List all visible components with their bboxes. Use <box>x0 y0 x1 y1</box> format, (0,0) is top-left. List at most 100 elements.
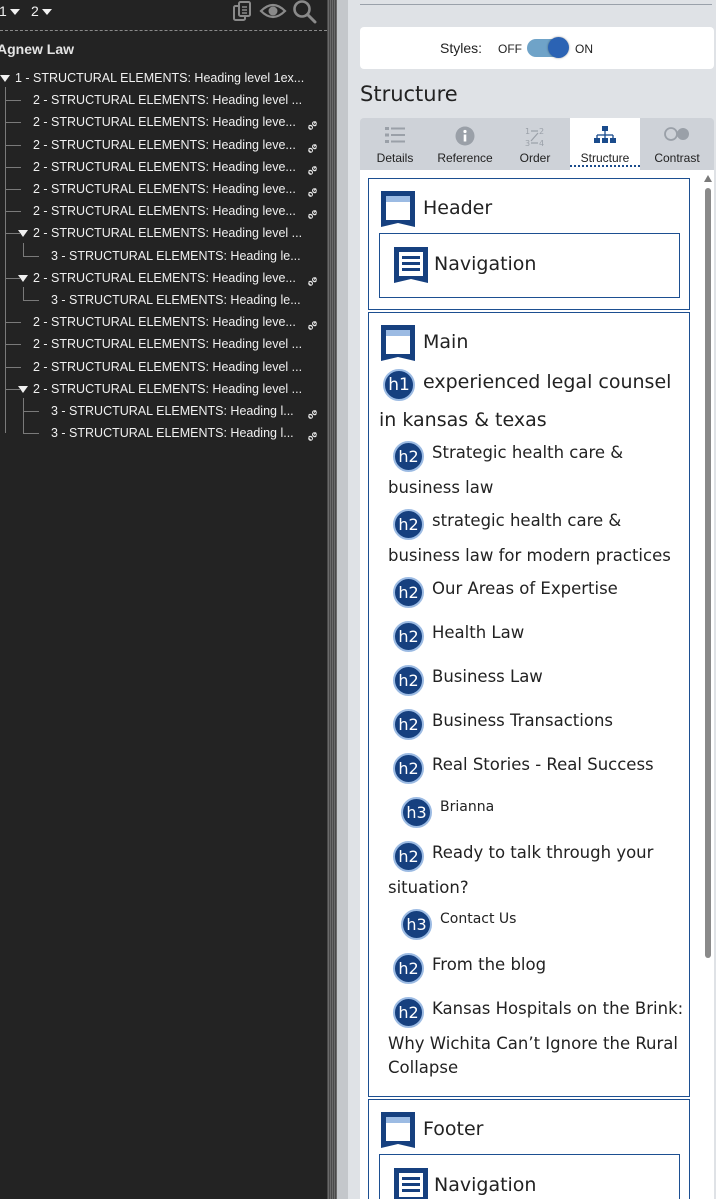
h2-badge-icon: h2 <box>393 441 424 472</box>
footer-navigation-region[interactable]: Navigation <box>379 1154 680 1199</box>
h3-heading-text[interactable]: Brianna <box>440 799 494 815</box>
h3-heading-text[interactable]: Contact Us <box>440 911 516 927</box>
panel-splitter[interactable] <box>327 0 337 1199</box>
outline-row-level-2[interactable]: 2 - STRUCTURAL ELEMENTS: Heading level .… <box>33 358 316 376</box>
header-navigation-region[interactable]: Navigation <box>379 233 680 298</box>
h2-badge-icon: h2 <box>393 997 424 1028</box>
tree-connector <box>5 322 21 324</box>
tab-details[interactable]: Details <box>360 118 430 170</box>
styles-toggle-box: Styles: OFF ON <box>360 27 714 69</box>
tab-label: Contrast <box>654 151 700 165</box>
outline-row-level-2[interactable]: 2 - STRUCTURAL ELEMENTS: Heading leve... <box>33 269 307 287</box>
panel-gutter <box>337 0 348 1199</box>
tree-connector <box>23 411 39 412</box>
link-icon <box>308 406 317 424</box>
scroll-up-icon[interactable] <box>704 175 712 182</box>
h2-heading-text-wrap[interactable]: situation? <box>388 878 469 897</box>
h2-heading-text-wrap[interactable]: Why Wichita Can’t Ignore the Rural <box>388 1034 678 1053</box>
header-region-icon <box>381 191 415 232</box>
footer-region-label: Footer <box>423 1118 484 1140</box>
outline-row-level-2[interactable]: 2 - STRUCTURAL ELEMENTS: Heading leve... <box>33 313 307 331</box>
outline-row-level-3[interactable]: 3 - STRUCTURAL ELEMENTS: Heading le... <box>51 247 316 265</box>
outline-tree: 1 - STRUCTURAL ELEMENTS: Heading level 1… <box>0 0 327 1199</box>
tab-contrast[interactable]: Contrast <box>640 118 714 170</box>
navigation-region-icon <box>394 1168 428 1199</box>
h2-heading-text[interactable]: Strategic health care & <box>432 443 623 462</box>
tree-connector <box>23 398 24 433</box>
h2-badge-icon: h2 <box>393 665 424 696</box>
outline-row-level-2[interactable]: 2 - STRUCTURAL ELEMENTS: Heading level .… <box>33 224 316 242</box>
h1-badge-icon: h1 <box>383 369 415 401</box>
h2-badge-icon: h2 <box>393 841 424 872</box>
svg-text:3: 3 <box>525 139 530 148</box>
navigation-region-label: Navigation <box>434 253 537 275</box>
info-icon <box>455 126 475 149</box>
tree-connector <box>5 366 21 368</box>
tree-connector <box>23 255 39 257</box>
link-icon <box>308 162 317 180</box>
tab-order[interactable]: 1 2 3 4 Order <box>500 118 570 170</box>
h2-heading-text-wrap[interactable]: Collapse <box>388 1058 458 1077</box>
contrast-icon <box>664 126 690 145</box>
h2-heading-text[interactable]: Health Law <box>432 623 524 642</box>
tree-connector <box>5 189 21 190</box>
h1-heading-text[interactable]: experienced legal counsel <box>423 371 671 393</box>
h2-heading-text[interactable]: Real Stories - Real Success <box>432 755 654 774</box>
tab-label: Structure <box>570 151 640 167</box>
outline-row-level-2[interactable]: 2 - STRUCTURAL ELEMENTS: Heading leve... <box>33 158 307 176</box>
h2-badge-icon: h2 <box>393 621 424 652</box>
h2-heading-text-wrap[interactable]: business law for modern practices <box>388 546 671 565</box>
h2-badge-icon: h2 <box>393 709 424 740</box>
outline-row-level-3[interactable]: 3 - STRUCTURAL ELEMENTS: Heading l... <box>51 424 307 442</box>
footer-region[interactable]: Footer Navigation <box>368 1099 690 1199</box>
link-icon <box>308 117 317 135</box>
h2-heading-text[interactable]: From the blog <box>432 955 546 974</box>
outline-row-level-2[interactable]: 2 - STRUCTURAL ELEMENTS: Heading level .… <box>33 380 316 398</box>
tree-connector <box>23 300 39 301</box>
outline-row-level-2[interactable]: 2 - STRUCTURAL ELEMENTS: Heading leve... <box>33 202 307 220</box>
list-icon <box>385 126 405 147</box>
tree-connector <box>5 211 21 213</box>
header-region[interactable]: Header Navigation <box>368 178 690 310</box>
h3-badge-icon: h3 <box>401 797 432 828</box>
expand-caret-icon[interactable] <box>0 75 10 82</box>
tab-structure[interactable]: Structure <box>570 118 640 170</box>
h3-badge-icon: h3 <box>401 909 432 940</box>
outline-row-level-3[interactable]: 3 - STRUCTURAL ELEMENTS: Heading l... <box>51 402 307 420</box>
scrollbar-thumb[interactable] <box>705 188 711 958</box>
outline-row-level-2[interactable]: 2 - STRUCTURAL ELEMENTS: Heading leve... <box>33 113 307 131</box>
order-icon: 1 2 3 4 <box>523 126 547 151</box>
tree-connector <box>5 122 21 124</box>
structure-panel: Header Navigation Main h1 experienced leg… <box>360 170 702 1199</box>
h1-heading-text-wrap[interactable]: in kansas & texas <box>379 409 547 431</box>
outline-row-level-1[interactable]: 1 - STRUCTURAL ELEMENTS: Heading level 1… <box>15 69 316 87</box>
outline-row-level-2[interactable]: 2 - STRUCTURAL ELEMENTS: Heading level .… <box>33 335 316 353</box>
outline-row-level-3[interactable]: 3 - STRUCTURAL ELEMENTS: Heading le... <box>51 291 316 309</box>
main-region[interactable]: Main h1 experienced legal counsel in kansa… <box>368 312 690 1097</box>
styles-label: Styles: <box>440 40 483 56</box>
tab-label: Reference <box>437 151 493 165</box>
link-icon <box>308 317 317 335</box>
toggle-knob[interactable] <box>548 37 569 58</box>
outline-row-level-2[interactable]: 2 - STRUCTURAL ELEMENTS: Heading leve... <box>33 180 307 198</box>
h2-heading-text[interactable]: Ready to talk through your <box>432 843 653 862</box>
panel-scrollbar[interactable] <box>702 170 714 1199</box>
tree-connector <box>5 144 21 146</box>
h2-heading-text[interactable]: Business Law <box>432 667 543 686</box>
tab-reference[interactable]: Reference <box>430 118 500 170</box>
tree-connector <box>5 388 21 390</box>
h2-heading-text[interactable]: Our Areas of Expertise <box>432 579 618 598</box>
navigation-region-label: Navigation <box>434 1174 537 1196</box>
outline-row-level-2[interactable]: 2 - STRUCTURAL ELEMENTS: Heading level .… <box>33 91 316 109</box>
outline-row-level-2[interactable]: 2 - STRUCTURAL ELEMENTS: Heading leve... <box>33 136 307 154</box>
main-region-label: Main <box>423 331 469 353</box>
h2-heading-text[interactable]: Kansas Hospitals on the Brink: <box>432 999 683 1018</box>
link-icon <box>308 140 317 158</box>
navigation-region-icon <box>394 247 428 288</box>
styles-toggle[interactable] <box>527 37 569 58</box>
wave-panel: Styles: OFF ON Structure Details Referen… <box>348 0 716 1199</box>
h2-heading-text[interactable]: strategic health care & <box>432 511 621 530</box>
svg-text:4: 4 <box>539 139 544 148</box>
h2-heading-text-wrap[interactable]: business law <box>388 478 493 497</box>
h2-heading-text[interactable]: Business Transactions <box>432 711 613 730</box>
